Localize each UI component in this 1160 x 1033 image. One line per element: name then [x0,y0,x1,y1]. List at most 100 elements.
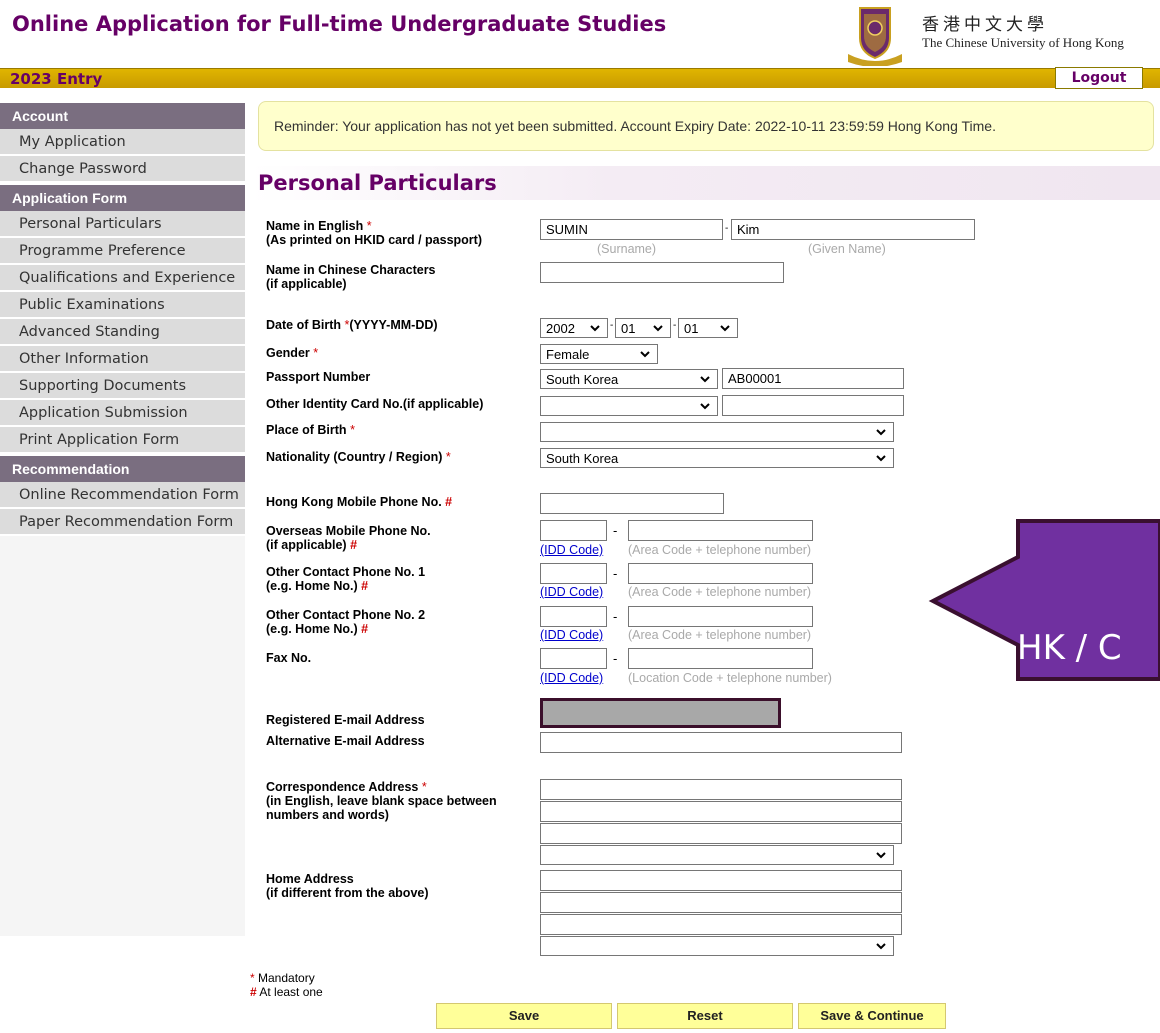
fax-label: Fax No. [266,651,312,665]
other-contact-2-idd-input[interactable] [540,606,607,627]
fax-dash: - [613,651,618,666]
dob-month-select[interactable]: 01 [615,318,671,338]
other-id-label: Other Identity Card No.(if applicable) [266,397,484,411]
save-continue-button[interactable]: Save & Continue [798,1003,946,1029]
nationality-label: Nationality (Country / Region) * [266,450,451,464]
other-id-type-select[interactable] [540,396,718,416]
overseas-hint: (Area Code + telephone number) [628,543,812,557]
university-logo [848,7,902,66]
nationality-select[interactable]: South Korea [540,448,894,468]
logout-button[interactable]: Logout [1055,67,1143,89]
gender-label: Gender * [266,346,319,360]
dob-separator-2: - [673,320,677,331]
sidebar-item-advanced-standing[interactable]: Advanced Standing [0,319,245,346]
other-contact-1-dash: - [613,566,618,581]
passport-number-input[interactable]: AB00001 [722,368,904,389]
home-address-line-2[interactable] [540,892,902,913]
correspondence-address-label: Correspondence Address * (in English, lea… [266,780,497,822]
overseas-dash: - [613,523,618,538]
sidebar-heading-account: Account [0,103,245,129]
other-contact-1-number-input[interactable] [628,563,813,584]
sidebar-item-application-submission[interactable]: Application Submission [0,400,245,427]
name-separator: - [725,223,729,234]
surname-input[interactable]: SUMIN [540,219,723,240]
fax-number-input[interactable] [628,648,813,669]
sidebar-item-programme-preference[interactable]: Programme Preference [0,238,245,265]
at-least-one-legend: # At least one [250,985,323,999]
dob-year-select[interactable]: 2002 [540,318,608,338]
name-chinese-label: Name in Chinese Characters (if applicable… [266,263,436,291]
chevron-down-icon [876,429,886,436]
correspondence-address-line-3[interactable] [540,823,902,844]
sidebar-item-other-information[interactable]: Other Information [0,346,245,373]
gender-select[interactable]: Female [540,344,658,364]
correspondence-country-select[interactable] [540,845,894,865]
chevron-down-icon [876,455,886,462]
dob-separator-1: - [610,320,614,331]
chinese-name-input[interactable] [540,262,784,283]
other-contact-1-idd-input[interactable] [540,563,607,584]
sidebar-filler [0,536,245,936]
other-contact-1-hint: (Area Code + telephone number) [628,585,812,599]
sidebar-heading-application-form: Application Form [0,185,245,211]
home-address-line-3[interactable] [540,914,902,935]
sidebar-heading-recommendation: Recommendation [0,456,245,482]
sidebar-nav: Account My Application Change Password A… [0,101,245,1033]
registered-email-masked [540,698,781,728]
overseas-idd-link[interactable]: (IDD Code) [540,543,603,557]
sidebar-item-personal-particulars[interactable]: Personal Particulars [0,211,245,238]
page-header-title: Online Application for Full-time Undergr… [12,12,667,36]
passport-country-select[interactable]: South Korea [540,369,718,389]
save-button[interactable]: Save [436,1003,612,1029]
overseas-idd-input[interactable] [540,520,607,541]
sidebar-item-public-examinations[interactable]: Public Examinations [0,292,245,319]
other-contact-2-idd-link[interactable]: (IDD Code) [540,628,603,642]
home-address-label: Home Address (if different from the above… [266,872,429,900]
passport-label: Passport Number [266,370,371,384]
sidebar-item-change-password[interactable]: Change Password [0,156,245,183]
other-contact-2-label: Other Contact Phone No. 2 (e.g. Home No.)… [266,608,426,636]
sidebar-item-my-application[interactable]: My Application [0,129,245,156]
dob-day-select[interactable]: 01 [678,318,738,338]
sidebar-item-print-application-form[interactable]: Print Application Form [0,427,245,454]
place-of-birth-select[interactable] [540,422,894,442]
hk-mobile-label: Hong Kong Mobile Phone No. # [266,495,453,509]
given-name-hint: (Given Name) [808,242,886,256]
alternative-email-label: Alternative E-mail Address [266,734,425,748]
chevron-down-icon [720,325,730,332]
chevron-down-icon [640,351,650,358]
other-contact-1-label: Other Contact Phone No. 1 (e.g. Home No.)… [266,565,426,593]
correspondence-address-line-2[interactable] [540,801,902,822]
entry-year: 2023 Entry [10,70,103,88]
fax-idd-link[interactable]: (IDD Code) [540,671,603,685]
given-name-input[interactable]: Kim [731,219,975,240]
alternative-email-input[interactable] [540,732,902,753]
dob-label: Date of Birth *(YYYY-MM-DD) [266,318,438,332]
other-contact-1-idd-link[interactable]: (IDD Code) [540,585,603,599]
chevron-down-icon [876,943,886,950]
chevron-down-icon [653,325,663,332]
other-contact-2-number-input[interactable] [628,606,813,627]
sidebar-item-online-recommendation[interactable]: Online Recommendation Form [0,482,245,509]
chevron-down-icon [700,403,710,410]
fax-idd-input[interactable] [540,648,607,669]
home-country-select[interactable] [540,936,894,956]
registered-email-label: Registered E-mail Address [266,713,425,727]
overseas-mobile-label: Overseas Mobile Phone No. (if applicable)… [266,524,431,552]
university-name-english: The Chinese University of Hong Kong [922,35,1124,50]
home-address-line-1[interactable] [540,870,902,891]
correspondence-address-line-1[interactable] [540,779,902,800]
sidebar-item-supporting-documents[interactable]: Supporting Documents [0,373,245,400]
other-contact-2-hint: (Area Code + telephone number) [628,628,812,642]
university-name-chinese: 香港中文大學 [922,15,1048,35]
reset-button[interactable]: Reset [617,1003,793,1029]
overseas-number-input[interactable] [628,520,813,541]
other-contact-2-dash: - [613,609,618,624]
sidebar-item-qualifications[interactable]: Qualifications and Experience [0,265,245,292]
sidebar-item-paper-recommendation[interactable]: Paper Recommendation Form [0,509,245,536]
other-id-number-input[interactable] [722,395,904,416]
chevron-down-icon [700,376,710,383]
hk-mobile-input[interactable] [540,493,724,514]
entry-bar: 2023 Entry Logout [0,67,1160,89]
surname-hint: (Surname) [597,242,657,256]
